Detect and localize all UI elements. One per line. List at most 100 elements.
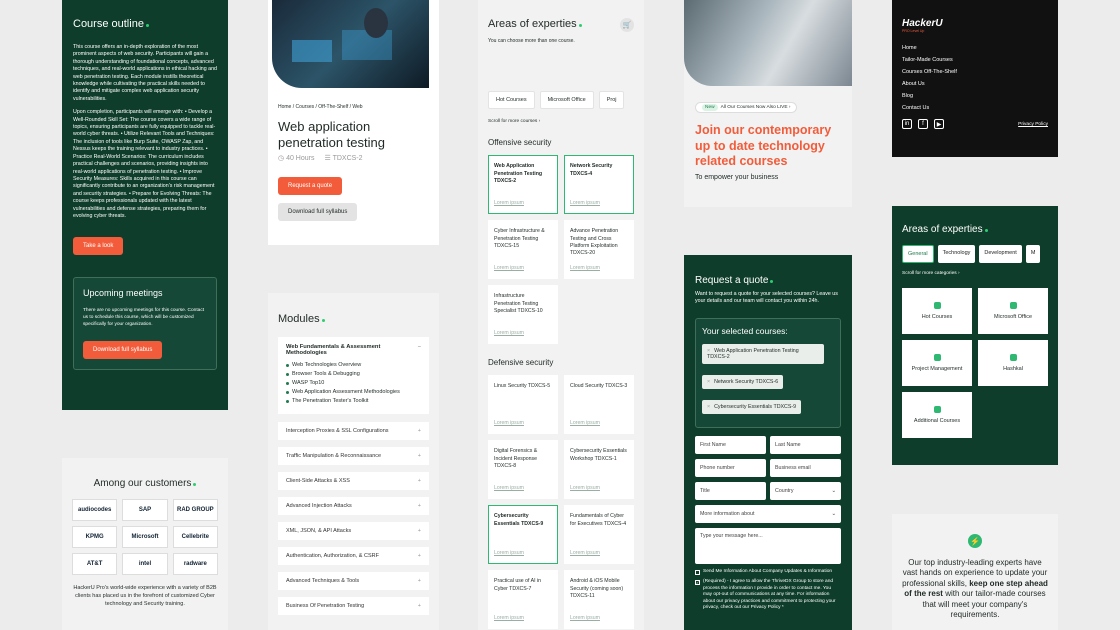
brand-logo[interactable]: HackerU PRO Level Up bbox=[902, 18, 1048, 33]
privacy-policy-link[interactable]: Privacy Policy bbox=[1018, 122, 1048, 127]
course-card[interactable]: Android & iOS Mobile Security (coming so… bbox=[564, 570, 634, 630]
selected-course-chip[interactable]: × Web Application Penetration Testing TDX… bbox=[702, 343, 824, 364]
course-card[interactable]: Infrastructure Penetration Testing Speci… bbox=[488, 285, 558, 345]
course-link[interactable]: Lorem ipsum bbox=[570, 200, 600, 207]
module-accordion[interactable]: Traffic Manipulation & Reconnaissance + bbox=[278, 447, 429, 465]
updates-checkbox-row[interactable]: Send Me Information About Company Update… bbox=[695, 569, 841, 575]
category-tile[interactable]: Hot Courses bbox=[902, 288, 972, 334]
phone-field[interactable]: Phone number bbox=[695, 458, 766, 477]
course-card[interactable]: Cloud Security TDXCS-3 Lorem ipsum bbox=[564, 375, 634, 435]
course-card[interactable]: Cyber Infrastructure & Penetration Testi… bbox=[488, 220, 558, 280]
facebook-icon[interactable]: f bbox=[918, 119, 928, 129]
category-tile[interactable]: Microsoft Office bbox=[978, 288, 1048, 334]
first-name-field[interactable]: First Name bbox=[695, 435, 766, 454]
checkbox[interactable] bbox=[695, 569, 700, 575]
message-textarea[interactable]: Type your message here... bbox=[695, 527, 841, 564]
checkbox[interactable]: ✓ bbox=[695, 580, 700, 586]
category-tab[interactable]: M bbox=[1025, 245, 1041, 263]
course-link[interactable]: Lorem ipsum bbox=[494, 330, 524, 337]
consent-checkbox-row[interactable]: ✓ (Required) - I agree to allow the Thriv… bbox=[695, 579, 841, 611]
course-name: Android & iOS Mobile Security (coming so… bbox=[570, 578, 624, 599]
live-badge[interactable]: New All Our Courses Now Also LIVE › bbox=[695, 102, 798, 113]
module-accordion-open[interactable]: Web Fundamentals & Assessment Methodolog… bbox=[278, 337, 429, 414]
last-name-field[interactable]: Last Name bbox=[770, 435, 841, 454]
youtube-icon[interactable]: ▶ bbox=[934, 119, 944, 129]
footer-link[interactable]: Contact Us bbox=[902, 105, 1048, 111]
category-tile[interactable]: Project Management bbox=[902, 340, 972, 386]
footer-link[interactable]: Tailor-Made Courses bbox=[902, 57, 1048, 63]
course-link[interactable]: Lorem ipsum bbox=[570, 420, 600, 427]
category-chip[interactable]: Proj bbox=[598, 91, 625, 110]
remove-icon[interactable]: × bbox=[707, 404, 710, 410]
course-card[interactable]: Cybersecurity Essentials TDXCS-9 Lorem ip… bbox=[488, 505, 558, 565]
course-card[interactable]: Cybersecurity Essentials Workshop TDXCS-… bbox=[564, 440, 634, 500]
download-syllabus-button[interactable]: Download full syllabus bbox=[278, 203, 358, 222]
more-info-select[interactable]: More information about ⌄ bbox=[695, 504, 841, 523]
plus-icon[interactable]: + bbox=[418, 428, 421, 434]
module-accordion[interactable]: Advanced Techniques & Tools + bbox=[278, 572, 429, 590]
category-tile[interactable]: Additional Courses bbox=[902, 392, 972, 438]
course-link[interactable]: Lorem ipsum bbox=[494, 485, 524, 492]
tile-label: Microsoft Office bbox=[993, 314, 1033, 320]
course-link[interactable]: Lorem ipsum bbox=[494, 420, 524, 427]
title-field[interactable]: Title bbox=[695, 481, 766, 500]
page-title: Web application penetration testing bbox=[278, 119, 385, 150]
module-accordion[interactable]: XML, JSON, & API Attacks + bbox=[278, 522, 429, 540]
module-accordion[interactable]: Business Of Penetration Testing + bbox=[278, 597, 429, 615]
plus-icon[interactable]: + bbox=[418, 503, 421, 509]
quote-text: Want to request a quote for your selecte… bbox=[695, 291, 838, 305]
category-chip[interactable]: Hot Courses bbox=[488, 91, 535, 110]
plus-icon[interactable]: + bbox=[418, 553, 421, 559]
request-quote-button[interactable]: Request a quote bbox=[278, 177, 343, 196]
category-tab[interactable]: General bbox=[902, 245, 934, 263]
course-link[interactable]: Lorem ipsum bbox=[494, 550, 524, 557]
plus-icon[interactable]: + bbox=[418, 478, 421, 484]
course-card[interactable]: Linux Security TDXCS-5 Lorem ipsum bbox=[488, 375, 558, 435]
course-link[interactable]: Lorem ipsum bbox=[570, 485, 600, 492]
footer-link[interactable]: About Us bbox=[902, 81, 1048, 87]
course-link[interactable]: Lorem ipsum bbox=[494, 615, 524, 622]
course-link[interactable]: Lorem ipsum bbox=[494, 200, 524, 207]
course-card[interactable]: Advance Penetration Testing and Cross Pl… bbox=[564, 220, 634, 280]
collapse-icon[interactable]: – bbox=[418, 344, 421, 356]
email-field[interactable]: Business email bbox=[770, 458, 841, 477]
module-accordion[interactable]: Authentication, Authorization, & CSRF + bbox=[278, 547, 429, 565]
module-accordion[interactable]: Client-Side Attacks & XSS + bbox=[278, 472, 429, 490]
footer-link[interactable]: Courses Off-The-Shelf bbox=[902, 69, 1048, 75]
course-card[interactable]: Practical use of AI in Cyber TDXCS-7 Lore… bbox=[488, 570, 558, 630]
course-card[interactable]: Fundamentals of Cyber for Executives TDX… bbox=[564, 505, 634, 565]
country-select[interactable]: Country ⌄ bbox=[770, 481, 841, 500]
defensive-title: Defensive security bbox=[488, 358, 554, 368]
category-tab[interactable]: Technology bbox=[937, 245, 976, 263]
remove-icon[interactable]: × bbox=[707, 379, 710, 385]
module-accordion[interactable]: Advanced Injection Attacks + bbox=[278, 497, 429, 515]
take-a-look-button[interactable]: Take a look bbox=[73, 237, 124, 256]
plus-icon[interactable]: + bbox=[418, 528, 421, 534]
course-card[interactable]: Network Security TDXCS-4 Lorem ipsum bbox=[564, 155, 634, 215]
module-accordion[interactable]: Interception Proxies & SSL Configuration… bbox=[278, 422, 429, 440]
download-syllabus-button[interactable]: Download full syllabus bbox=[83, 341, 163, 360]
category-icon bbox=[933, 406, 941, 413]
remove-icon[interactable]: × bbox=[707, 348, 710, 354]
scroll-hint[interactable]: Scroll for more categories › bbox=[902, 271, 1048, 276]
course-link[interactable]: Lorem ipsum bbox=[570, 615, 600, 622]
selected-course-chip[interactable]: × Cybersecurity Essentials TDXCS-9 bbox=[702, 399, 802, 414]
scroll-hint[interactable]: Scroll for more courses › bbox=[488, 119, 634, 124]
linkedin-icon[interactable]: in bbox=[902, 119, 912, 129]
footer-link[interactable]: Home bbox=[902, 45, 1048, 51]
plus-icon[interactable]: + bbox=[418, 603, 421, 609]
cart-icon[interactable]: 🛒 bbox=[620, 18, 634, 32]
hours-label: ◷ 40 Hours bbox=[278, 155, 315, 163]
category-tab[interactable]: Development bbox=[979, 245, 1022, 263]
course-link[interactable]: Lorem ipsum bbox=[570, 265, 600, 272]
plus-icon[interactable]: + bbox=[418, 453, 421, 459]
course-card[interactable]: Web Application Penetration Testing TDXC… bbox=[488, 155, 558, 215]
selected-course-chip[interactable]: × Network Security TDXCS-6 bbox=[702, 374, 784, 389]
course-card[interactable]: Digital Forensics & Incident Response TD… bbox=[488, 440, 558, 500]
footer-link[interactable]: Blog bbox=[902, 93, 1048, 99]
course-link[interactable]: Lorem ipsum bbox=[494, 265, 524, 272]
course-link[interactable]: Lorem ipsum bbox=[570, 550, 600, 557]
plus-icon[interactable]: + bbox=[418, 578, 421, 584]
category-tile[interactable]: Hashkal bbox=[978, 340, 1048, 386]
category-chip[interactable]: Microsoft Office bbox=[539, 91, 594, 110]
